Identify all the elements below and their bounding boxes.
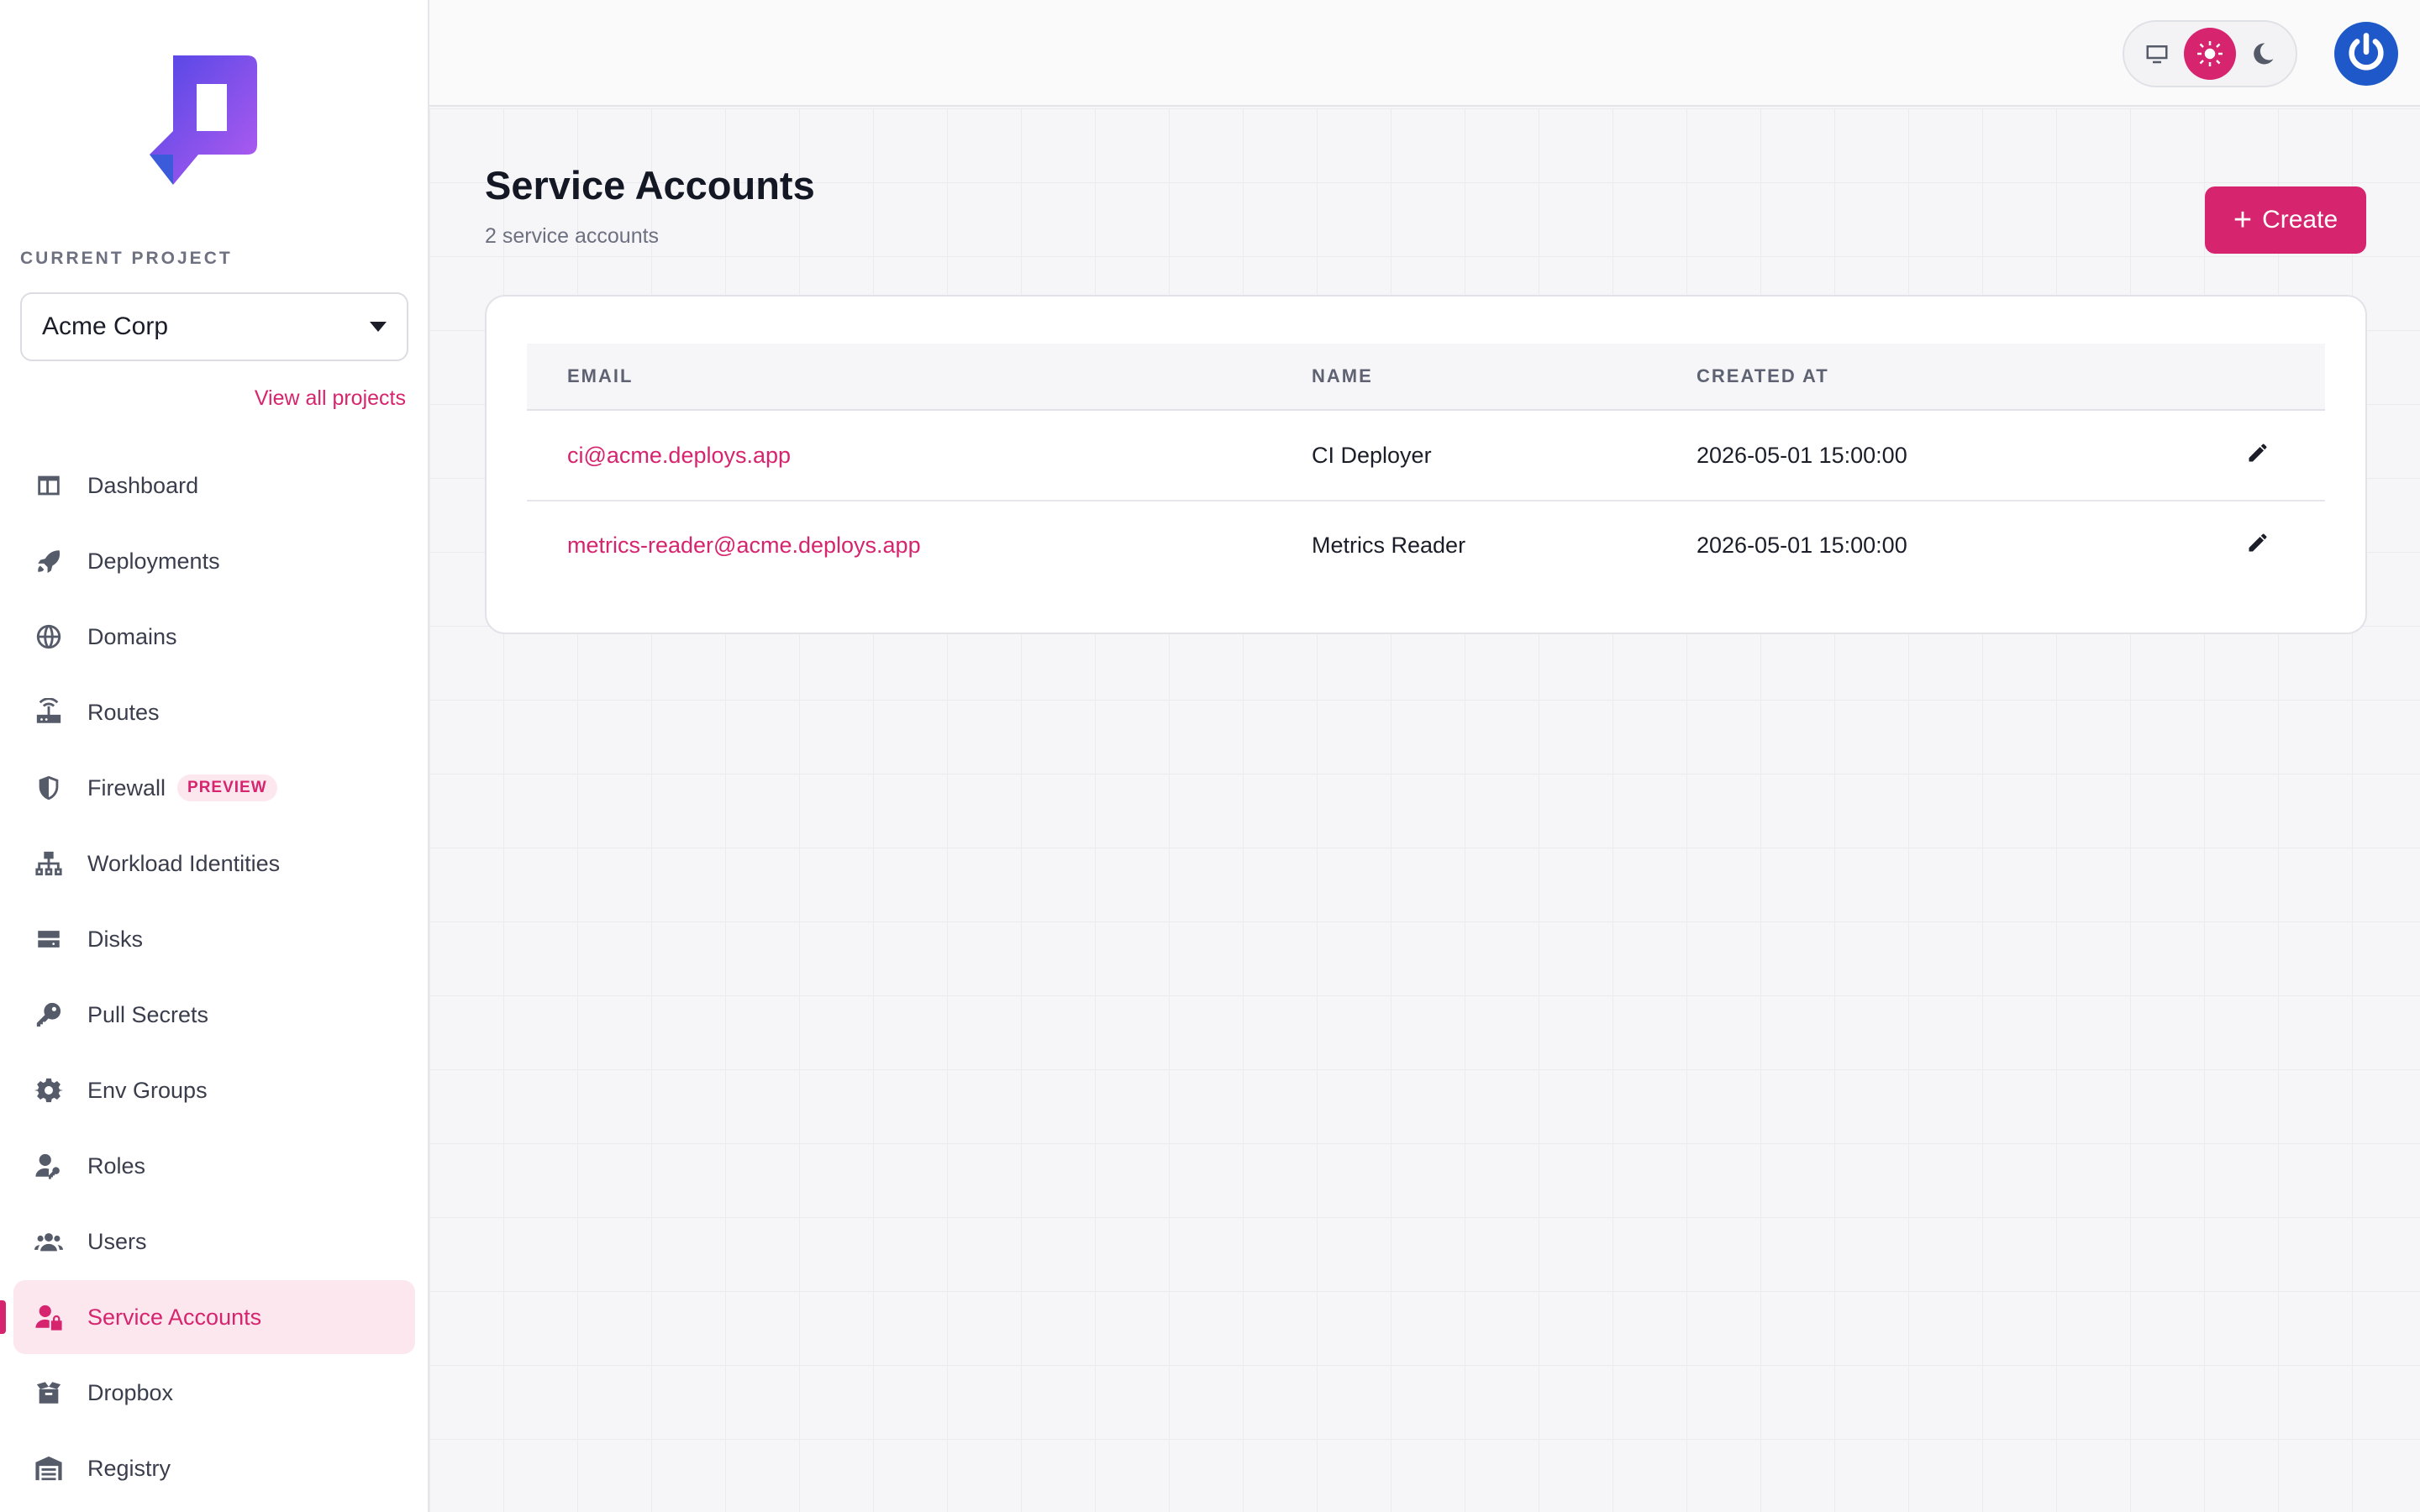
sidebar-item-env-groups[interactable]: Env Groups — [13, 1053, 415, 1127]
service-accounts-card: EMAIL NAME CREATED AT ci@acme.deploys.ap… — [485, 295, 2367, 634]
sidebar-item-label: Deployments — [87, 548, 220, 574]
sidebar-item-label: Service Accounts — [87, 1304, 262, 1330]
sidebar-item-label: Registry — [87, 1455, 171, 1481]
theme-light-button[interactable] — [2183, 28, 2236, 80]
gear-icon — [34, 1075, 64, 1105]
column-header-email: EMAIL — [567, 365, 634, 386]
table-row: metrics-reader@acme.deploys.app Metrics … — [527, 500, 2325, 589]
sun-icon — [2196, 41, 2223, 66]
page-title: Service Accounts — [485, 163, 815, 207]
power-icon — [2349, 33, 2384, 71]
sidebar-item-registry[interactable]: Registry — [13, 1431, 415, 1505]
shield-icon — [34, 773, 64, 803]
user-key-icon — [34, 1151, 64, 1181]
rocket-icon — [34, 546, 64, 576]
sidebar-item-deployments[interactable]: Deployments — [13, 524, 415, 598]
sidebar-item-dashboard[interactable]: Dashboard — [13, 449, 415, 522]
sidebar-item-label: Roles — [87, 1152, 146, 1179]
sidebar-item-label: Routes — [87, 699, 160, 725]
theme-switcher — [2123, 20, 2297, 87]
sidebar-item-label: Dropbox — [87, 1379, 174, 1405]
sidebar-item-label: Domains — [87, 623, 177, 649]
globe-icon — [34, 622, 64, 652]
sidebar-item-label: Firewall — [87, 774, 166, 801]
account-created-at: 2026-05-01 15:00:00 — [1697, 532, 1907, 558]
sidebar-item-routes[interactable]: Routes — [13, 675, 415, 749]
sidebar-item-label: Workload Identities — [87, 850, 281, 876]
account-created-at: 2026-05-01 15:00:00 — [1697, 442, 1907, 468]
column-header-name: NAME — [1312, 365, 1373, 386]
table-header: EMAIL NAME CREATED AT — [527, 344, 2325, 411]
monitor-icon — [2146, 45, 2168, 64]
account-name: Metrics Reader — [1312, 532, 1466, 558]
column-header-created-at: CREATED AT — [1697, 365, 1829, 386]
theme-system-button[interactable] — [2131, 28, 2183, 80]
current-project-label: CURRENT PROJECT — [20, 249, 233, 268]
disk-icon — [34, 924, 64, 954]
top-bar — [429, 0, 2420, 107]
sidebar-item-roles[interactable]: Roles — [13, 1129, 415, 1203]
sidebar-item-service-accounts[interactable]: Service Accounts — [0, 1280, 415, 1354]
account-email-link[interactable]: ci@acme.deploys.app — [567, 443, 791, 468]
sidebar-item-pull-secrets[interactable]: Pull Secrets — [13, 978, 415, 1052]
plus-icon: + — [2233, 202, 2253, 238]
key-icon — [34, 1000, 64, 1030]
sidebar-item-label: Users — [87, 1228, 147, 1254]
sidebar-item-label: Dashboard — [87, 472, 199, 498]
sidebar-item-domains[interactable]: Domains — [13, 600, 415, 674]
dashboard-icon — [34, 470, 64, 501]
box-icon — [34, 1378, 64, 1408]
sidebar-item-dropbox[interactable]: Dropbox — [13, 1356, 415, 1430]
view-all-projects-link[interactable]: View all projects — [255, 386, 406, 411]
create-button[interactable]: + Create — [2205, 186, 2366, 254]
preview-badge: PREVIEW — [177, 774, 277, 801]
project-name: Acme Corp — [42, 312, 169, 340]
router-icon — [34, 697, 64, 727]
page-subtitle: 2 service accounts — [485, 224, 660, 248]
users-icon — [34, 1226, 64, 1257]
sidebar-nav: Dashboard Deployments Domains Routes Fir… — [0, 449, 415, 1507]
sidebar-item-label: Disks — [87, 926, 143, 952]
sidebar-item-label: Pull Secrets — [87, 1001, 209, 1027]
table-row: ci@acme.deploys.app CI Deployer 2026-05-… — [527, 411, 2325, 500]
theme-dark-button[interactable] — [2237, 28, 2289, 80]
project-selector[interactable]: Acme Corp — [20, 292, 408, 361]
caret-down-icon — [370, 322, 387, 332]
create-button-label: Create — [2262, 206, 2338, 234]
sidebar-item-firewall[interactable]: Firewall PREVIEW — [13, 751, 415, 825]
sidebar-item-disks[interactable]: Disks — [13, 902, 415, 976]
main-content: Service Accounts 2 service accounts + Cr… — [429, 108, 2420, 1512]
sidebar-item-label: Env Groups — [87, 1077, 208, 1103]
app-logo[interactable] — [148, 55, 259, 190]
network-icon — [34, 848, 64, 879]
edit-icon[interactable] — [2246, 441, 2275, 470]
account-name: CI Deployer — [1312, 442, 1432, 468]
account-email-link[interactable]: metrics-reader@acme.deploys.app — [567, 533, 921, 558]
sidebar-item-workload-identities[interactable]: Workload Identities — [13, 827, 415, 900]
edit-icon[interactable] — [2246, 531, 2275, 559]
sidebar: CURRENT PROJECT Acme Corp View all proje… — [0, 0, 429, 1512]
service-accounts-table: EMAIL NAME CREATED AT ci@acme.deploys.ap… — [527, 344, 2325, 589]
user-avatar[interactable] — [2334, 22, 2398, 86]
moon-icon — [2253, 43, 2274, 65]
user-lock-icon — [34, 1302, 64, 1332]
warehouse-icon — [34, 1453, 64, 1483]
sidebar-item-users[interactable]: Users — [13, 1205, 415, 1278]
